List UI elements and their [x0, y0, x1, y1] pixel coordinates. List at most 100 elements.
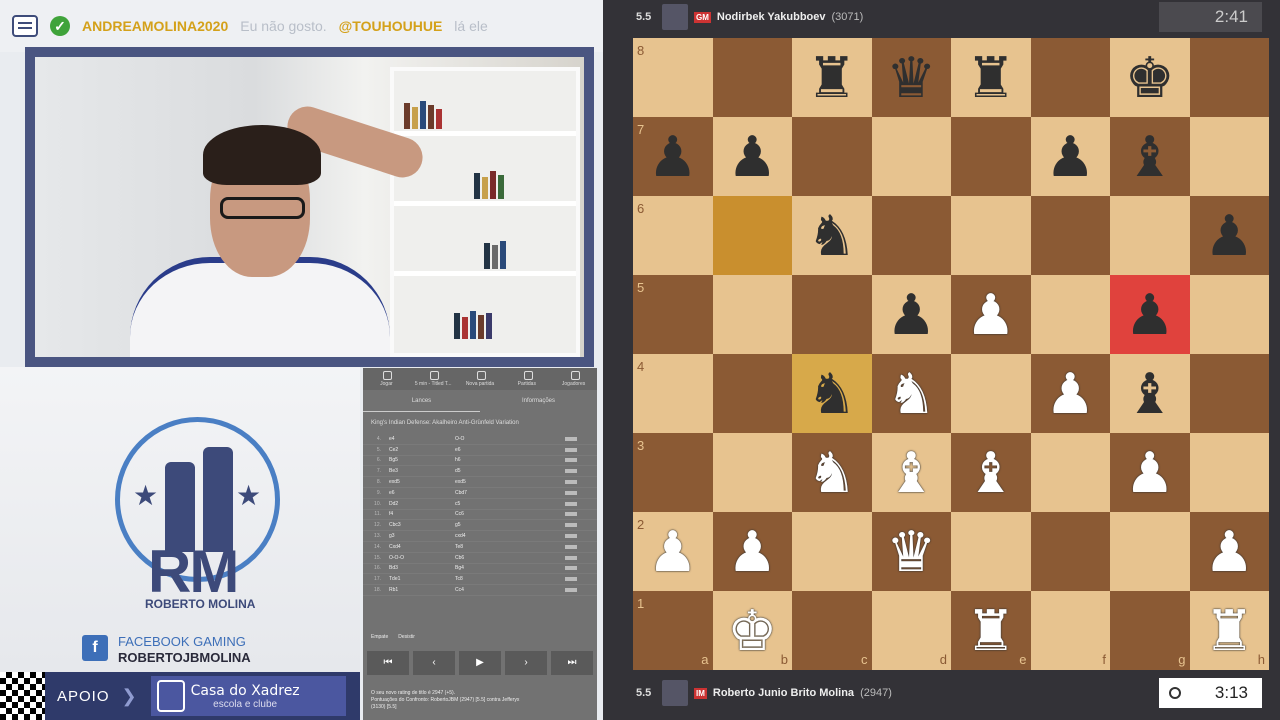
white-move[interactable]: O-O-O: [385, 555, 455, 561]
last-move-button[interactable]: ⏭: [551, 651, 593, 675]
white-knight-icon[interactable]: ♞: [807, 444, 857, 501]
white-knight-icon[interactable]: ♞: [886, 365, 936, 422]
square-c1[interactable]: c: [792, 591, 872, 670]
square-e2[interactable]: [951, 512, 1031, 591]
black-move[interactable]: Te8: [455, 544, 565, 550]
move-row[interactable]: 11. f4 Cc6: [363, 510, 597, 521]
first-move-button[interactable]: ⏮: [367, 651, 409, 675]
white-move[interactable]: e6: [385, 490, 455, 496]
square-f7[interactable]: ♟: [1030, 117, 1110, 196]
white-move[interactable]: Be3: [385, 468, 455, 474]
tab-new-game[interactable]: Nova partida: [457, 368, 504, 390]
white-pawn-icon[interactable]: ♟: [727, 523, 777, 580]
move-row[interactable]: 16. Bd3 Bg4: [363, 564, 597, 575]
square-h7[interactable]: [1189, 117, 1269, 196]
square-h3[interactable]: [1189, 433, 1269, 512]
square-b1[interactable]: b ♚: [712, 591, 792, 670]
white-pawn-icon[interactable]: ♟: [966, 286, 1016, 343]
black-move[interactable]: c5: [455, 501, 565, 507]
move-row[interactable]: 13. g3 cxd4: [363, 531, 597, 542]
move-row[interactable]: 14. Cxd4 Te8: [363, 542, 597, 553]
white-move[interactable]: f4: [385, 511, 455, 517]
square-h4[interactable]: [1189, 354, 1269, 433]
tab-game[interactable]: 5 min - Titled T...: [410, 368, 457, 390]
white-king-icon[interactable]: ♚: [727, 602, 777, 659]
move-row[interactable]: 12. Cbc3 g5: [363, 520, 597, 532]
square-e1[interactable]: e ♜: [951, 591, 1031, 670]
black-move[interactable]: g5: [455, 522, 565, 528]
square-h5[interactable]: [1189, 275, 1269, 354]
prev-move-button[interactable]: ‹: [413, 651, 455, 675]
white-move[interactable]: g3: [385, 533, 455, 539]
square-a5[interactable]: 5: [633, 275, 713, 354]
tab-games[interactable]: Partidas: [503, 368, 550, 390]
move-row[interactable]: 10. Dd2 c5: [363, 499, 597, 510]
top-player-name[interactable]: Nodirbek Yakubboev: [717, 11, 826, 23]
square-a1[interactable]: 1a: [633, 591, 713, 670]
square-c7[interactable]: [792, 117, 872, 196]
square-c8[interactable]: ♜: [792, 38, 872, 117]
square-b7[interactable]: ♟: [712, 117, 792, 196]
white-queen-icon[interactable]: ♛: [886, 523, 936, 580]
white-pawn-icon[interactable]: ♟: [1045, 365, 1095, 422]
square-f4[interactable]: ♟: [1030, 354, 1110, 433]
square-c6[interactable]: ♞: [792, 196, 872, 275]
white-pawn-icon[interactable]: ♟: [1125, 444, 1175, 501]
black-move[interactable]: Cb6: [455, 555, 565, 561]
black-move[interactable]: e6: [455, 447, 565, 453]
white-move[interactable]: Ce2: [385, 447, 455, 453]
black-move[interactable]: Bg4: [455, 565, 565, 571]
chess-board[interactable]: 8 ♜ ♛ ♜ ♚ 7 ♟ ♟ ♟ ♝ 6 ♞ ♟ 5 ♟ ♟ ♟ 4 ♞ ♞ ♟ ♝ 3 ♞ ♝ ♝ ♟ 2 ♟ ♟ ♛ ♟ 1 a b ♚ c d e ♜…: [633, 38, 1269, 670]
square-h8[interactable]: [1189, 38, 1269, 117]
move-row[interactable]: 9. e6 Cbd7: [363, 488, 597, 499]
move-row[interactable]: 18. Rb1 Cc4: [363, 585, 597, 596]
black-move[interactable]: cxd4: [455, 533, 565, 539]
square-c3[interactable]: ♞: [792, 433, 872, 512]
square-b3[interactable]: [712, 433, 792, 512]
move-row[interactable]: 5. Ce2 e6: [363, 445, 597, 456]
square-e5[interactable]: ♟: [951, 275, 1031, 354]
square-d4[interactable]: ♞: [871, 354, 951, 433]
square-c5[interactable]: [792, 275, 872, 354]
black-king-icon[interactable]: ♚: [1125, 49, 1175, 106]
square-b2[interactable]: ♟: [712, 512, 792, 591]
move-row[interactable]: 6. Bg5 h6: [363, 456, 597, 467]
black-queen-icon[interactable]: ♛: [886, 49, 936, 106]
tab-players[interactable]: Jogadores: [550, 368, 597, 390]
black-rook-icon[interactable]: ♜: [966, 49, 1016, 106]
square-e3[interactable]: ♝: [951, 433, 1031, 512]
square-a2[interactable]: 2 ♟: [633, 512, 713, 591]
move-row[interactable]: 17. Tde1 Tc8: [363, 574, 597, 586]
square-a8[interactable]: 8: [633, 38, 713, 117]
white-bishop-icon[interactable]: ♝: [886, 444, 936, 501]
black-pawn-icon[interactable]: ♟: [648, 128, 698, 185]
square-f6[interactable]: [1030, 196, 1110, 275]
black-pawn-icon[interactable]: ♟: [727, 128, 777, 185]
square-d8[interactable]: ♛: [871, 38, 951, 117]
white-move[interactable]: Rb1: [385, 587, 455, 593]
next-move-button[interactable]: ›: [505, 651, 547, 675]
square-a7[interactable]: 7 ♟: [633, 117, 713, 196]
move-row[interactable]: 8. exd5 exd5: [363, 477, 597, 488]
subtab-info[interactable]: Informações: [480, 390, 597, 412]
square-d2[interactable]: ♛: [871, 512, 951, 591]
black-move[interactable]: O-O: [455, 436, 565, 442]
square-g4[interactable]: ♝: [1110, 354, 1190, 433]
square-f1[interactable]: f: [1030, 591, 1110, 670]
black-pawn-icon[interactable]: ♟: [1204, 207, 1254, 264]
square-f5[interactable]: [1030, 275, 1110, 354]
black-move[interactable]: d5: [455, 468, 565, 474]
black-pawn-icon[interactable]: ♟: [1045, 128, 1095, 185]
square-a3[interactable]: 3: [633, 433, 713, 512]
white-rook-icon[interactable]: ♜: [966, 602, 1016, 659]
black-move[interactable]: Cbd7: [455, 490, 565, 496]
black-bishop-icon[interactable]: ♝: [1125, 128, 1175, 185]
white-bishop-icon[interactable]: ♝: [966, 444, 1016, 501]
subtab-moves[interactable]: Lances: [363, 390, 480, 412]
white-move[interactable]: Tde1: [385, 576, 455, 582]
square-g6[interactable]: [1110, 196, 1190, 275]
square-d3[interactable]: ♝: [871, 433, 951, 512]
square-b6[interactable]: [712, 196, 792, 275]
resign-button[interactable]: Desistir: [398, 634, 415, 640]
square-f2[interactable]: [1030, 512, 1110, 591]
